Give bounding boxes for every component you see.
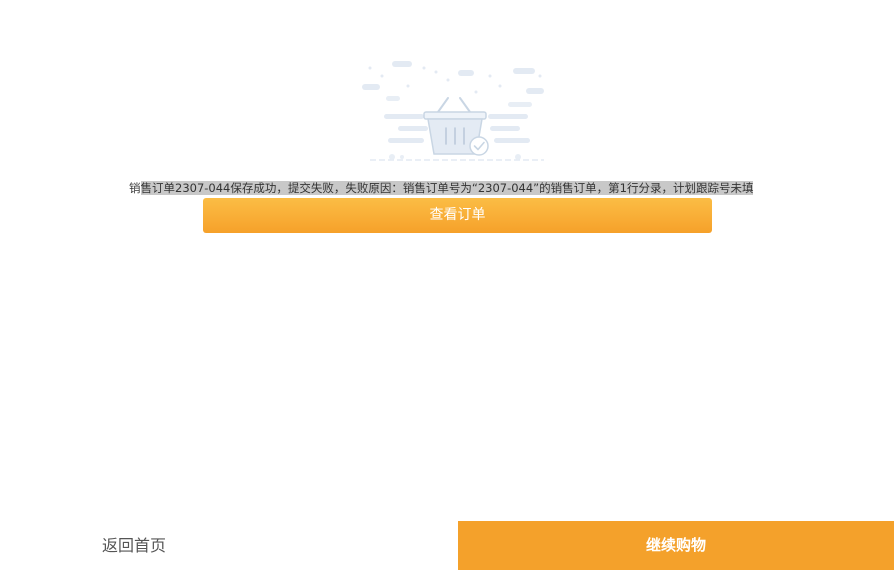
result-message: 销售订单2307-044保存成功，提交失败，失败原因：销售订单号为“2307-0…: [129, 179, 786, 197]
back-home-button[interactable]: 返回首页: [0, 521, 268, 570]
continue-shopping-button[interactable]: 继续购物: [458, 521, 894, 570]
result-message-text: 售订单2307-044保存成功，提交失败，失败原因：销售订单号为“2307-04…: [140, 181, 754, 195]
order-result-page: 销售订单2307-044保存成功，提交失败，失败原因：销售订单号为“2307-0…: [0, 0, 894, 570]
result-message-prefix: 销: [129, 181, 141, 195]
empty-basket-check-icon: [358, 56, 548, 164]
footer-bar: 返回首页 继续购物: [0, 521, 894, 570]
view-order-button[interactable]: 查看订单: [203, 198, 712, 233]
